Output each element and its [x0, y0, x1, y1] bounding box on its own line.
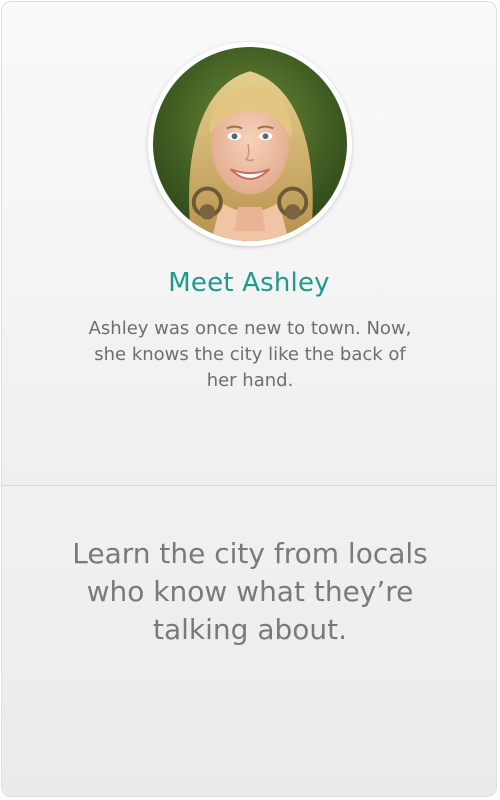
profile-section: Meet Ashley Ashley was once new to town.… — [2, 2, 496, 485]
avatar — [148, 42, 352, 246]
profile-bio: Ashley was once new to town. Now, she kn… — [88, 318, 412, 391]
profile-card: Meet Ashley Ashley was once new to town.… — [1, 1, 497, 797]
tagline-text: Learn the city from locals who know what… — [72, 537, 428, 646]
avatar-photo-icon — [153, 47, 347, 241]
profile-name-heading: Meet Ashley — [168, 268, 330, 298]
